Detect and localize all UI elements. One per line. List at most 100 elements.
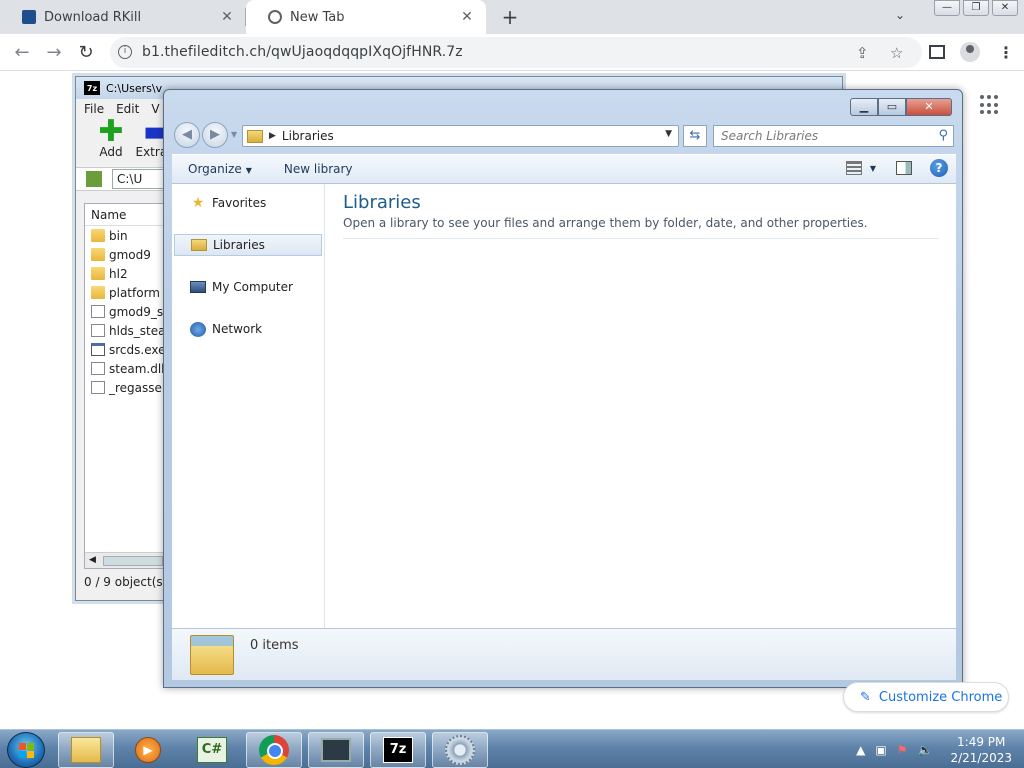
sevenzip-icon: 7z (383, 737, 413, 763)
up-folder-icon[interactable] (86, 171, 102, 187)
libraries-large-icon (190, 634, 234, 675)
chrome-icon (259, 735, 289, 765)
tab-download-rkill[interactable]: Download RKill ✕ (0, 0, 246, 34)
action-center-flag-icon[interactable]: ⚑ (897, 743, 908, 757)
search-icon[interactable]: ⚲ (938, 128, 948, 143)
help-icon[interactable]: ? (930, 159, 948, 177)
file-name: gmod9 (109, 247, 151, 262)
search-input[interactable]: Search Libraries ⚲ (713, 125, 954, 147)
site-info-icon[interactable]: i (118, 45, 132, 59)
nav-item-network[interactable]: Network (172, 318, 324, 340)
preview-pane-icon[interactable] (896, 161, 912, 175)
star-icon: ★ (191, 194, 205, 211)
pencil-icon: ✎ (860, 689, 871, 705)
browser-toolbar: ← → ↻ i b1.thefileditch.ch/qwUjaoqdqqpIX… (0, 34, 1024, 71)
tab-title: New Tab (290, 9, 345, 25)
explorer-command-bar: Organize ▼ New library ▼ ? (172, 154, 956, 184)
scroll-left-icon[interactable]: ◀ (89, 555, 96, 565)
page-description: Open a library to see your files and arr… (343, 216, 938, 239)
back-arrow-icon[interactable]: ◀ (174, 122, 200, 148)
profile-avatar-icon[interactable] (960, 42, 980, 62)
view-dropdown-icon[interactable]: ▼ (870, 164, 876, 173)
close-tab-icon[interactable]: ✕ (218, 8, 236, 26)
close-button[interactable]: ✕ (992, 0, 1018, 16)
forward-arrow-icon[interactable]: ▶ (202, 122, 228, 148)
add-button[interactable]: ✚ Add (88, 117, 134, 167)
details-pane: 0 items (172, 628, 956, 680)
file-icon (91, 324, 105, 337)
close-button[interactable]: ✕ (906, 98, 952, 116)
start-button[interactable] (7, 732, 45, 768)
nav-label: Libraries (213, 238, 265, 252)
scrollbar-thumb[interactable] (103, 556, 163, 566)
change-view-icon[interactable] (845, 161, 862, 175)
folder-icon (91, 286, 105, 299)
view-controls: ▼ ? (845, 159, 948, 177)
explorer-address-bar[interactable]: ▶ Libraries ▼ (242, 125, 679, 147)
nav-item-my-computer[interactable]: My Computer (172, 276, 324, 298)
new-tab-button[interactable]: + (498, 5, 522, 29)
recent-pages-chevron-icon[interactable]: ▼ (231, 130, 237, 139)
minimize-button[interactable]: — (934, 0, 960, 16)
dll-file-icon (91, 362, 105, 375)
file-name: gmod9_se (109, 304, 171, 319)
breadcrumb[interactable]: Libraries (282, 129, 334, 143)
libraries-icon (191, 239, 207, 251)
taskbar-csharp[interactable]: C# (184, 732, 240, 768)
reload-icon[interactable]: ↻ (74, 41, 98, 65)
refresh-icon[interactable]: ⇆ (683, 125, 707, 147)
config-file-icon (91, 305, 105, 318)
url-text: b1.thefileditch.ch/qwUjaoqdqqpIXqOjfHNR.… (142, 44, 463, 60)
customize-chrome-button[interactable]: ✎ Customize Chrome (843, 682, 1009, 712)
taskbar-media-player[interactable]: ▶ (120, 732, 176, 768)
chrome-favicon-icon (268, 10, 282, 24)
restore-button[interactable]: ❐ (963, 0, 989, 16)
folder-icon (91, 267, 105, 280)
nav-label: Network (212, 322, 263, 336)
nav-item-libraries[interactable]: Libraries (174, 234, 322, 256)
browser-window-controls: — ❐ ✕ (931, 0, 1018, 16)
taskbar-monitor[interactable] (308, 732, 364, 768)
side-panel-icon[interactable] (929, 45, 945, 59)
nav-item-favorites[interactable]: ★ Favorites (172, 192, 324, 214)
rkill-favicon-icon (22, 10, 36, 24)
search-placeholder: Search Libraries (721, 129, 819, 143)
google-apps-icon[interactable] (980, 95, 1000, 115)
new-library-button[interactable]: New library (268, 162, 369, 176)
close-tab-icon[interactable]: ✕ (458, 8, 476, 26)
add-label: Add (99, 145, 123, 159)
taskbar-settings[interactable] (432, 732, 488, 768)
taskbar: ▶ C# 7z ▲ ▣ ⚑ 🔈 1:49 PM 2/21/2023 (0, 729, 1024, 768)
organize-button[interactable]: Organize ▼ (172, 162, 268, 176)
csharp-icon: C# (197, 737, 227, 763)
customize-chrome-label: Customize Chrome (878, 689, 1003, 705)
address-bar[interactable]: i b1.thefileditch.ch/qwUjaoqdqqpIXqOjfHN… (110, 37, 922, 68)
volume-icon[interactable]: 🔈 (918, 743, 933, 757)
address-dropdown-icon[interactable]: ▼ (665, 129, 672, 139)
chevron-down-icon: ▼ (245, 166, 252, 175)
gear-icon (445, 735, 475, 765)
network-icon (190, 321, 206, 337)
network-tray-icon[interactable]: ▣ (875, 743, 886, 757)
menu-kebab-icon[interactable]: ⋮ (998, 43, 1014, 62)
taskbar-7zip[interactable]: 7z (370, 732, 426, 768)
content-pane[interactable]: Libraries Open a library to see your fil… (325, 184, 956, 628)
sevenzip-title: C:\Users\v (106, 81, 163, 95)
nav-label: My Computer (212, 280, 293, 294)
bookmark-star-icon[interactable]: ☆ (890, 44, 903, 62)
explorer-icon (71, 737, 101, 763)
tab-title: Download RKill (44, 9, 142, 25)
tab-new-tab[interactable]: New Tab ✕ (246, 0, 486, 34)
share-icon[interactable]: ⇪ (856, 44, 869, 62)
maximize-button[interactable]: ▭ (878, 98, 906, 116)
taskbar-chrome[interactable] (246, 732, 302, 768)
tab-search-chevron-icon[interactable]: ⌄ (895, 8, 905, 22)
show-hidden-icons-chevron-icon[interactable]: ▲ (856, 743, 865, 757)
minimize-button[interactable]: ▁ (850, 98, 878, 116)
windows-logo-icon (19, 743, 26, 750)
breadcrumb-chevron-icon[interactable]: ▶ (269, 131, 276, 141)
taskbar-explorer[interactable] (58, 732, 114, 768)
clock[interactable]: 1:49 PM 2/21/2023 (950, 734, 1012, 766)
forward-arrow-icon[interactable]: → (42, 41, 66, 65)
back-arrow-icon[interactable]: ← (10, 41, 34, 65)
